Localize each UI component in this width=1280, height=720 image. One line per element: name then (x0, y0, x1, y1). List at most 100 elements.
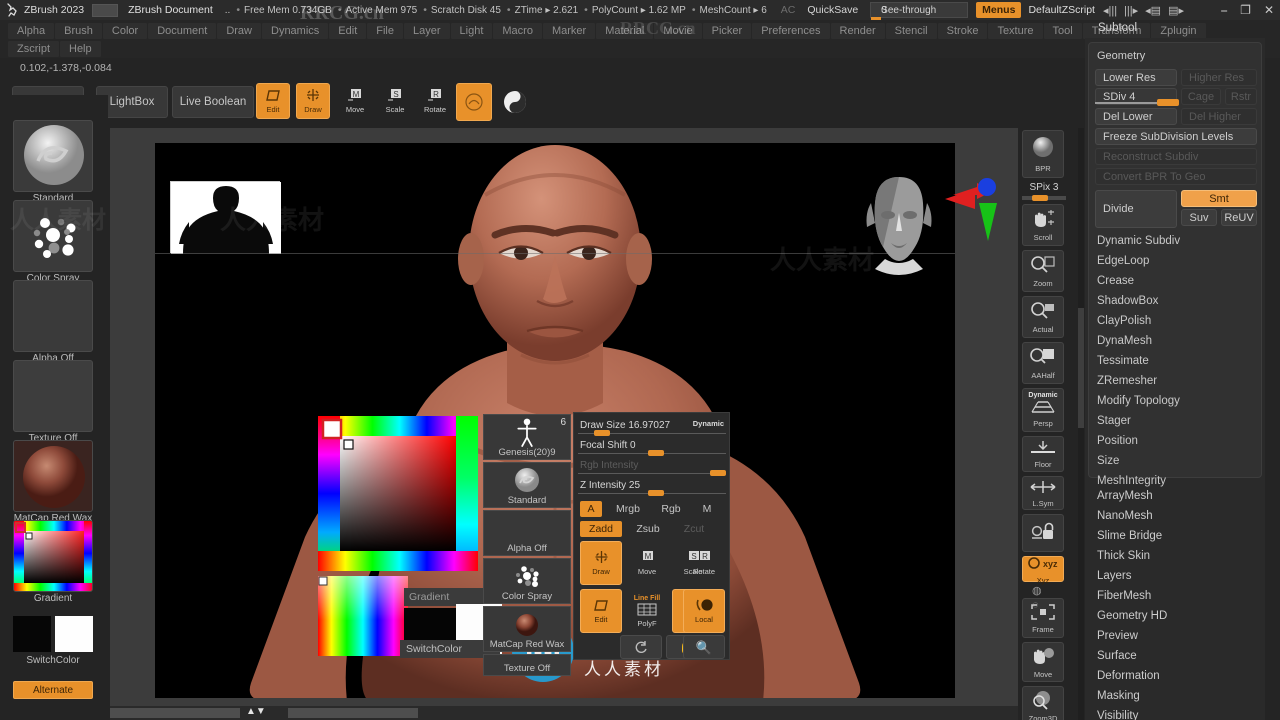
popup-rotate-small-button[interactable] (620, 635, 662, 659)
palette-section-zremesher[interactable]: ZRemesher (1097, 375, 1157, 387)
material-palette-item[interactable]: MatCap Red Wax (13, 440, 93, 524)
palette-outer-visibility[interactable]: Visibility (1097, 710, 1138, 720)
lower-res-button[interactable]: Lower Res (1095, 69, 1177, 86)
right-tool-transp[interactable] (1022, 514, 1064, 552)
orientation-head-widget[interactable] (861, 173, 937, 288)
menu-item-preferences[interactable]: Preferences (752, 23, 830, 39)
alternate-button[interactable]: Alternate (13, 681, 93, 699)
texture-thumbnail[interactable] (13, 360, 93, 432)
current-brush-preview[interactable] (456, 83, 492, 121)
color-picker-thumbnail[interactable] (13, 520, 93, 592)
menu-item-color[interactable]: Color (102, 23, 148, 39)
menu-item-file[interactable]: File (367, 23, 403, 39)
menu-item-macro[interactable]: Macro (493, 23, 542, 39)
menu-item-layer[interactable]: Layer (404, 23, 450, 39)
menu-item-picker[interactable]: Picker (702, 23, 752, 39)
right-tool-bpr[interactable]: BPR (1022, 130, 1064, 178)
menu-item-material[interactable]: Material (596, 23, 654, 39)
popup-brush-tile[interactable]: Standard (483, 462, 571, 508)
move-mode-button[interactable]: M Move (338, 83, 372, 119)
menu-item-texture[interactable]: Texture (988, 23, 1043, 39)
right-tool-zoom3d[interactable]: Zoom3D (1022, 686, 1064, 720)
palette-section-tessimate[interactable]: Tessimate (1097, 355, 1149, 367)
popup-mode-rgb[interactable]: Rgb (654, 501, 688, 517)
scale-mode-button[interactable]: S Scale (378, 83, 412, 119)
bottom-scroll-right[interactable] (288, 708, 418, 718)
brush-thumbnail[interactable] (13, 120, 93, 192)
right-tool-scroll[interactable]: Scroll (1022, 204, 1064, 246)
right-tool-move[interactable]: Move (1022, 642, 1064, 682)
convert-bpr-button[interactable]: Convert BPR To Geo (1095, 168, 1257, 185)
draw-mode-button[interactable]: Draw (296, 83, 330, 119)
right-tool-persp[interactable]: Dynamic Persp (1022, 388, 1064, 432)
popup-z-intensity-slider[interactable]: Z Intensity 25 (578, 480, 726, 496)
menu-item-stencil[interactable]: Stencil (885, 23, 937, 39)
document-name[interactable]: ZBrush Document (128, 4, 213, 16)
document-thumbnail[interactable] (92, 3, 119, 17)
menu-item-marker[interactable]: Marker (542, 23, 596, 39)
popup-alpha-tile[interactable]: Alpha Off (483, 510, 571, 556)
popup-mode-mrgb[interactable]: Mrgb (606, 501, 650, 517)
menu-item-edit[interactable]: Edit (329, 23, 367, 39)
menu-item-zscript[interactable]: Zscript (8, 41, 59, 57)
popup-zadd[interactable]: Zadd (580, 521, 622, 537)
rstr-button[interactable]: Rstr (1225, 88, 1257, 105)
menu-item-help[interactable]: Help (60, 41, 101, 57)
popup-edit-button[interactable]: Edit (580, 589, 622, 633)
palette-section-position[interactable]: Position (1097, 435, 1138, 447)
quicksave-button[interactable]: QuickSave (807, 4, 858, 16)
del-lower-button[interactable]: Del Lower (1095, 108, 1177, 125)
brush-palette-item[interactable]: Standard (13, 120, 93, 204)
cage-button[interactable]: Cage (1181, 88, 1221, 105)
popup-zoom-small-button[interactable]: 🔍 (683, 635, 725, 659)
alpha-palette-item[interactable]: Alpha Off (13, 280, 93, 364)
palette-section-size[interactable]: Size (1097, 455, 1119, 467)
stroke-palette-item[interactable]: Color Spray (13, 200, 93, 284)
restore-button[interactable]: ❐ (1240, 3, 1251, 17)
popup-genesis-tile[interactable]: Genesis(20)9 6 (483, 414, 571, 460)
menu-item-tool[interactable]: Tool (1043, 23, 1082, 39)
next-layout-icon[interactable]: ▤▸ (1168, 4, 1184, 17)
palette-section-modify-topology[interactable]: Modify Topology (1097, 395, 1180, 407)
alternate-item[interactable]: Alternate (13, 681, 93, 699)
nav-gizmo[interactable] (935, 155, 1018, 280)
popup-mode-a[interactable]: A (580, 501, 602, 517)
menus-toggle-button[interactable]: Menus (976, 2, 1022, 18)
popup-dynamic-badge[interactable]: Dynamic (693, 419, 724, 428)
stroke-thumbnail[interactable] (13, 200, 93, 272)
menu-item-zplugin[interactable]: Zplugin (1151, 23, 1206, 39)
axis-z-icon[interactable]: ◌ (1032, 598, 1042, 612)
material-thumbnail[interactable] (13, 440, 93, 512)
suv-button[interactable]: Suv (1181, 209, 1217, 226)
current-material-preview[interactable] (498, 83, 532, 121)
popup-rotate-button[interactable]: R Rotate (683, 541, 725, 585)
popup-texture-tile[interactable]: Texture Off (483, 654, 571, 676)
palette-outer-fibermesh[interactable]: FiberMesh (1097, 590, 1151, 602)
sdiv-knob[interactable] (1157, 99, 1179, 106)
menu-item-document[interactable]: Document (148, 23, 217, 39)
popup-draw-button[interactable]: Draw (580, 541, 622, 585)
floating-quick-popup[interactable]: Gradient SwitchColor Genesis(20)9 6 Stan… (318, 412, 730, 676)
higher-res-button[interactable]: Higher Res (1181, 69, 1257, 86)
right-scrollbar[interactable] (1078, 128, 1084, 720)
popup-zsub[interactable]: Zsub (628, 521, 668, 537)
popup-color-picker[interactable] (318, 416, 478, 571)
geometry-title[interactable]: Geometry (1089, 47, 1261, 65)
color-palette-item[interactable]: Gradient (13, 520, 93, 604)
freeze-subdiv-button[interactable]: Freeze SubDivision Levels (1095, 128, 1257, 145)
popup-zcut[interactable]: Zcut (674, 521, 714, 537)
popup-local-button[interactable]: Local (683, 589, 725, 633)
palette-section-stager[interactable]: Stager (1097, 415, 1131, 427)
popup-stroke-tile[interactable]: Color Spray (483, 558, 571, 604)
palette-section-meshintegrity[interactable]: MeshIntegrity (1097, 475, 1166, 487)
rotate-mode-button[interactable]: R Rotate (418, 83, 452, 119)
menu-item-movie[interactable]: Movie (654, 23, 702, 39)
alpha-thumbnail[interactable] (13, 280, 93, 352)
minimize-button[interactable]: ⎯ (1221, 3, 1227, 18)
close-button[interactable]: ✕ (1264, 3, 1274, 17)
right-tool-xyz[interactable]: xyz Xyz (1022, 556, 1064, 585)
palette-section-dynamic-subdiv[interactable]: Dynamic Subdiv (1097, 235, 1180, 247)
palette-outer-deformation[interactable]: Deformation (1097, 670, 1160, 682)
prev-layout-icon[interactable]: ◂▤ (1145, 4, 1161, 17)
popup-mode-m[interactable]: M (694, 501, 720, 517)
